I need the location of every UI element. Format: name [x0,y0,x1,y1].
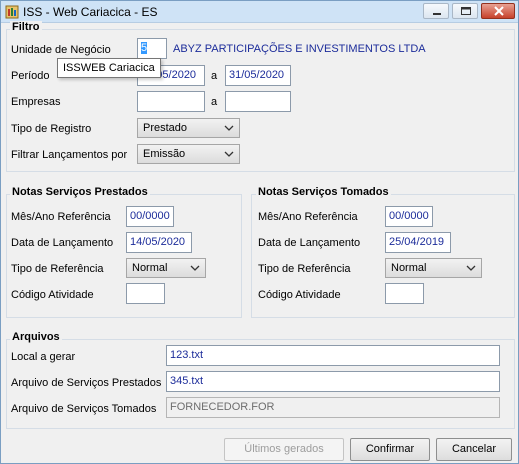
empresas-separator: a [211,96,218,108]
tomados-data-input[interactable]: 25/04/2019 [385,232,451,253]
tomados-codigo-label: Código Atividade [258,289,341,301]
tomados-mes-input[interactable]: 00/0000 [385,206,433,227]
arquivos-title: Arquivos [10,331,62,343]
unidade-name: ABYZ PARTICIPAÇÕES E INVESTIMENTOS LTDA [173,43,426,55]
dialog-window: ISS - Web Cariacica - ES Filtro Unidade … [0,0,519,464]
minimize-button[interactable] [423,3,449,19]
periodo-to-input[interactable]: 31/05/2020 [225,65,291,86]
chevron-down-icon [224,125,234,131]
empresas-label: Empresas [11,96,61,108]
empresas-from-input[interactable] [137,91,205,112]
minimize-icon [433,13,441,15]
periodo-label: Período [11,70,50,82]
confirmar-button[interactable]: Confirmar [350,438,430,461]
maximize-button[interactable] [452,3,478,19]
periodo-separator: a [211,70,218,82]
filtrar-select[interactable]: Emissão [137,144,240,164]
ultimos-gerados-button[interactable]: Últimos gerados [224,438,344,461]
prestados-tipo-select[interactable]: Normal [126,258,206,278]
tomados-tipo-value: Normal [391,262,427,274]
chevron-down-icon [224,151,234,157]
cancelar-button[interactable]: Cancelar [436,438,512,461]
unidade-input[interactable]: 5 [137,38,167,59]
close-button[interactable] [481,3,515,19]
tomados-codigo-input[interactable] [385,283,424,304]
prestados-data-input[interactable]: 14/05/2020 [126,232,192,253]
arquivo-tomados-input: FORNECEDOR.FOR [166,397,500,418]
close-icon [494,6,504,16]
app-icon [5,5,19,19]
prestados-mes-label: Mês/Ano Referência [11,211,111,223]
tomados-tipo-select[interactable]: Normal [385,258,482,278]
filtro-title: Filtro [10,21,42,33]
local-input[interactable]: 123.txt [166,345,500,366]
title-bar[interactable]: ISS - Web Cariacica - ES [1,1,518,23]
prestados-codigo-label: Código Atividade [11,289,94,301]
filtrar-value: Emissão [143,148,186,160]
prestados-mes-input[interactable]: 00/0000 [126,206,174,227]
chevron-down-icon [190,265,200,271]
maximize-icon [461,7,471,15]
tomados-tipo-label: Tipo de Referência [258,263,351,275]
prestados-data-label: Data de Lançamento [11,237,114,249]
arquivo-tomados-label: Arquivo de Serviços Tomados [11,403,157,415]
tipo-registro-select[interactable]: Prestado [137,118,240,138]
unidade-tooltip: ISSWEB Cariacica [57,58,161,78]
arquivo-prestados-input[interactable]: 345.txt [166,371,500,392]
tomados-title: Notas Serviços Tomados [256,186,391,198]
prestados-tipo-value: Normal [132,262,168,274]
empresas-to-input[interactable] [225,91,291,112]
tipo-registro-value: Prestado [143,122,188,134]
arquivo-prestados-label: Arquivo de Serviços Prestados [11,377,162,389]
tomados-data-label: Data de Lançamento [258,237,361,249]
tomados-mes-label: Mês/Ano Referência [258,211,358,223]
prestados-title: Notas Serviços Prestados [10,186,150,198]
filtrar-label: Filtrar Lançamentos por [11,149,128,161]
unidade-label: Unidade de Negócio [11,44,111,56]
chevron-down-icon [466,265,476,271]
tipo-registro-label: Tipo de Registro [11,123,92,135]
window-title: ISS - Web Cariacica - ES [23,5,158,19]
local-label: Local a gerar [11,351,76,363]
prestados-tipo-label: Tipo de Referência [11,263,104,275]
prestados-codigo-input[interactable] [126,283,165,304]
